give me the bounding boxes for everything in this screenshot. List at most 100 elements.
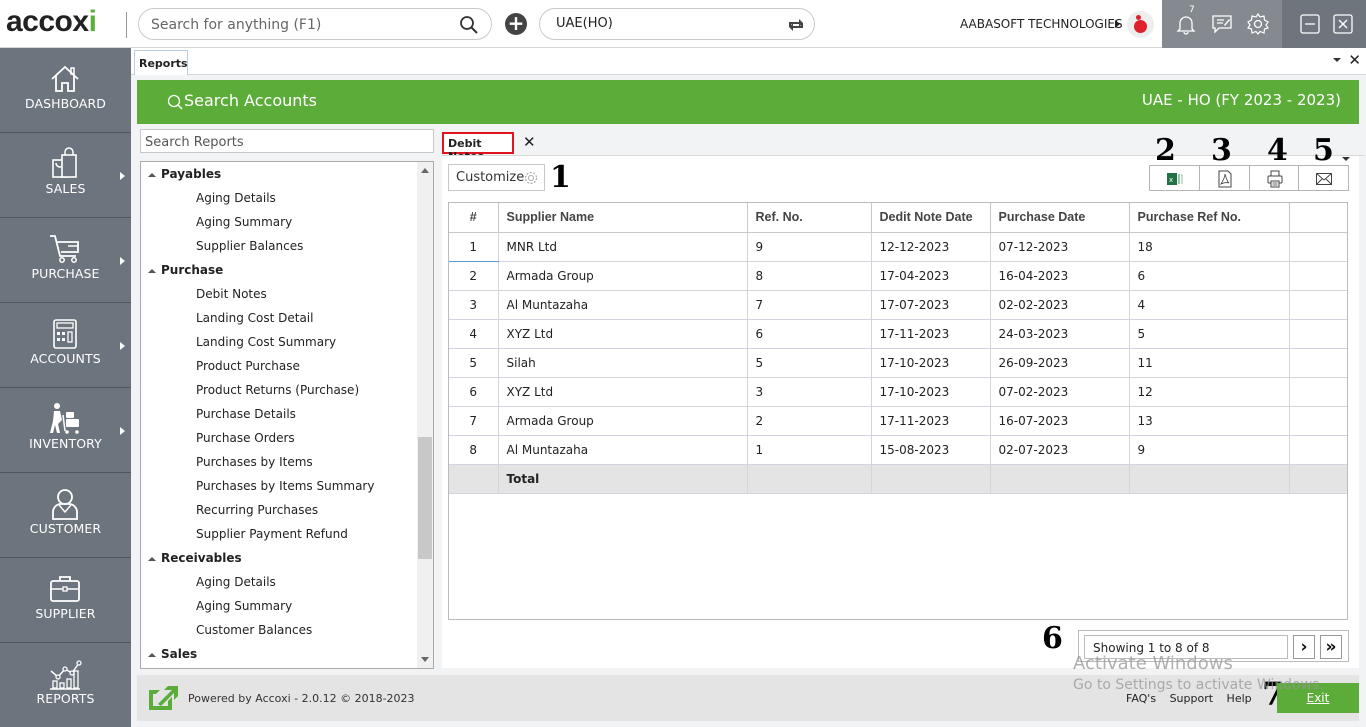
table-row[interactable]: 2 Armada Group 8 17-04-2023 16-04-2023 6 [449, 261, 1347, 291]
table-row[interactable]: 5 Silah 5 17-10-2023 26-09-2023 11 [449, 348, 1347, 378]
tab-list-dropdown-icon[interactable] [1333, 58, 1341, 62]
table-row[interactable]: 3 Al Muntazaha 7 17-07-2023 02-02-2023 4 [449, 290, 1347, 320]
refresh-icon[interactable] [786, 15, 806, 35]
nav-item-reports[interactable]: REPORTS [0, 643, 131, 727]
user-avatar[interactable] [1127, 11, 1154, 38]
cell-debit-date: 17-10-2023 [871, 377, 991, 407]
tree-item[interactable]: Supplier Payment Refund [196, 527, 348, 551]
tree-item[interactable]: Debit Notes [196, 287, 267, 311]
tree-group-purchase[interactable]: Purchase [148, 263, 223, 287]
nav-item-customer[interactable]: CUSTOMER [0, 473, 131, 558]
tree-group-sales[interactable]: Sales [148, 647, 197, 668]
tree-item[interactable]: Supplier Balances [196, 239, 303, 263]
column-header[interactable]: To [1289, 203, 1347, 233]
table-row[interactable]: 7 Armada Group 2 17-11-2023 16-07-2023 13 [449, 406, 1347, 436]
close-report-tab-icon[interactable]: ✕ [523, 133, 536, 151]
tree-item[interactable]: Purchases by Items Summary [196, 479, 374, 503]
branch-selector[interactable]: UAE(HO) [539, 8, 815, 40]
scroll-up-icon[interactable] [421, 168, 429, 173]
nav-item-inventory[interactable]: INVENTORY [0, 388, 131, 473]
column-header[interactable]: Dedit Note Date [871, 203, 991, 233]
notification-bell-icon[interactable] [1174, 12, 1198, 36]
search-icon[interactable] [459, 15, 479, 35]
customize-button[interactable]: Customize [448, 164, 545, 191]
tab-debit-notes[interactable]: Debit Notes [442, 132, 514, 163]
print-button[interactable] [1250, 166, 1300, 190]
column-header[interactable]: # [449, 203, 499, 233]
column-header[interactable]: Supplier Name [498, 203, 748, 233]
column-header[interactable]: Ref. No. [747, 203, 872, 233]
export-excel-button[interactable]: x [1150, 166, 1200, 190]
cell-num: 4 [449, 319, 499, 349]
tree-item[interactable]: Purchase Details [196, 407, 296, 431]
search-icon[interactable] [167, 94, 183, 110]
tree-item[interactable]: Customer Balances [196, 623, 312, 647]
search-accounts-link[interactable]: Search Accounts [184, 91, 317, 110]
cell-purchase-date: 24-03-2023 [990, 319, 1130, 349]
tree-item[interactable]: Aging Details [196, 575, 276, 599]
company-dropdown-caret-icon[interactable] [1115, 20, 1120, 28]
last-page-button[interactable]: » [1320, 635, 1342, 659]
nav-item-label: SALES [45, 181, 86, 196]
nav-item-supplier[interactable]: SUPPLIER [0, 558, 131, 643]
email-button[interactable] [1299, 166, 1348, 190]
nav-item-accounts[interactable]: ACCOUNTS [0, 303, 131, 388]
chevron-right-icon: › [1300, 637, 1308, 657]
table-row[interactable]: 6 XYZ Ltd 3 17-10-2023 07-02-2023 12 [449, 377, 1347, 407]
search-reports-input[interactable] [145, 133, 425, 151]
column-header[interactable]: Purchase Date [990, 203, 1130, 233]
export-pdf-button[interactable] [1200, 166, 1250, 190]
faq-link[interactable]: FAQ's [1126, 692, 1156, 705]
tree-scrollbar[interactable] [417, 162, 433, 668]
scroll-down-icon[interactable] [421, 657, 429, 662]
nav-item-purchase[interactable]: PURCHASE [0, 218, 131, 303]
cell-empty [871, 464, 991, 494]
close-tab-icon[interactable]: ✕ [1348, 51, 1361, 69]
add-new-button[interactable]: + [505, 13, 527, 35]
tree-item[interactable]: Recurring Purchases [196, 503, 318, 527]
company-name[interactable]: AABASOFT TECHNOLOGIES [960, 17, 1123, 31]
cell-purchase-ref: 13 [1129, 406, 1290, 436]
footer-links: FAQ's Support Help [1126, 692, 1262, 705]
column-header[interactable]: Purchase Ref No. [1129, 203, 1290, 233]
tree-item[interactable]: Product Purchase [196, 359, 300, 383]
search-reports-box[interactable] [140, 129, 434, 153]
table-row[interactable]: 8 Al Muntazaha 1 15-08-2023 02-07-2023 9 [449, 435, 1347, 465]
tree-item[interactable]: Aging Summary [196, 599, 292, 623]
cell-ref: 8 [747, 261, 872, 291]
feedback-icon[interactable] [1210, 12, 1234, 36]
tab-reports[interactable]: Reports [134, 50, 188, 75]
next-page-button[interactable]: › [1293, 635, 1315, 659]
help-link[interactable]: Help [1227, 692, 1252, 705]
global-search-box[interactable] [138, 8, 492, 40]
tree-item[interactable]: Landing Cost Detail [196, 311, 313, 335]
panel-options-caret-icon[interactable] [1342, 157, 1350, 161]
logo-divider [126, 12, 127, 38]
table-row[interactable]: 4 XYZ Ltd 6 17-11-2023 24-03-2023 5 [449, 319, 1347, 349]
exit-button[interactable]: Exit [1277, 683, 1359, 713]
global-search-input[interactable] [151, 15, 451, 35]
collapse-caret-icon[interactable] [148, 269, 156, 273]
tree-group-receivables[interactable]: Receivables [148, 551, 242, 575]
tree-item[interactable]: Aging Summary [196, 215, 292, 239]
tree-item[interactable]: Landing Cost Summary [196, 335, 336, 359]
tree-item[interactable]: Purchases by Items [196, 455, 313, 479]
nav-item-dashboard[interactable]: DASHBOARD [0, 48, 131, 133]
fiscal-year-label: UAE - HO (FY 2023 - 2023) [1141, 91, 1341, 109]
collapse-caret-icon[interactable] [148, 557, 156, 561]
collapse-caret-icon[interactable] [148, 173, 156, 177]
minimize-icon[interactable] [1298, 12, 1322, 36]
nav-item-sales[interactable]: SALES [0, 133, 131, 218]
settings-gear-icon[interactable] [1246, 12, 1270, 36]
home-icon [48, 62, 82, 96]
collapse-caret-icon[interactable] [148, 653, 156, 657]
close-window-icon[interactable] [1331, 12, 1355, 36]
tree-item[interactable]: Purchase Orders [196, 431, 295, 455]
tree-item[interactable]: Product Returns (Purchase) [196, 383, 359, 407]
tree-item[interactable]: Aging Details [196, 191, 276, 215]
tree-group-payables[interactable]: Payables [148, 167, 221, 191]
support-link[interactable]: Support [1170, 692, 1213, 705]
table-row[interactable]: 1 MNR Ltd 9 12-12-2023 07-12-2023 18 [449, 232, 1347, 262]
tree-scroll-thumb[interactable] [418, 437, 432, 559]
nav-item-label: REPORTS [36, 691, 95, 706]
